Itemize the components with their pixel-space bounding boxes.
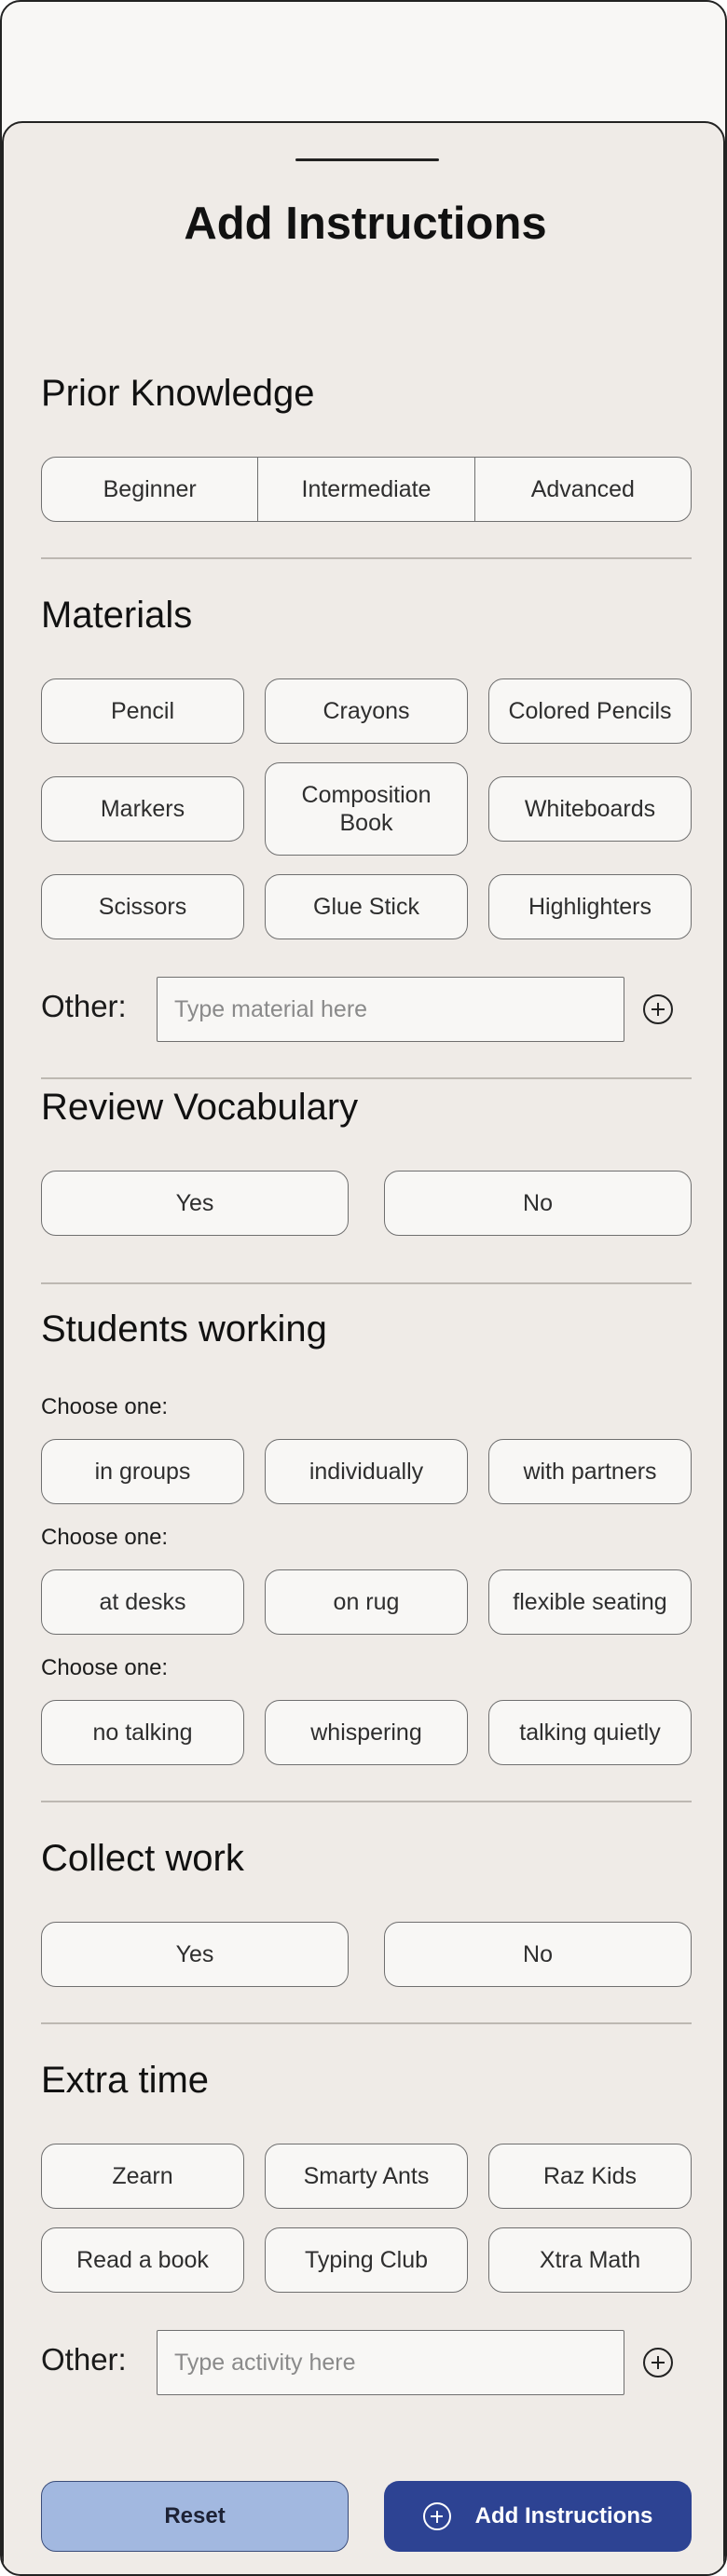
collect-work-yes[interactable]: Yes xyxy=(41,1922,349,1987)
material-composition-book[interactable]: Composition Book xyxy=(265,762,468,856)
materials-other-input[interactable] xyxy=(157,977,624,1042)
add-activity-icon[interactable] xyxy=(643,2348,673,2377)
prior-knowledge-beginner[interactable]: Beginner xyxy=(42,458,257,521)
divider xyxy=(41,1282,692,1284)
seating-choose-one-label: Choose one: xyxy=(41,1525,169,1550)
material-pencil[interactable]: Pencil xyxy=(41,678,244,744)
extra-time-read-a-book[interactable]: Read a book xyxy=(41,2227,244,2293)
review-vocabulary-title: Review Vocabulary xyxy=(41,1087,359,1128)
extra-time-other-label: Other: xyxy=(41,2342,127,2377)
seating-on-rug[interactable]: on rug xyxy=(265,1569,468,1635)
add-instructions-button[interactable]: Add Instructions xyxy=(384,2481,692,2552)
material-highlighters[interactable]: Highlighters xyxy=(488,874,692,939)
bottom-sheet: Add Instructions Prior Knowledge Beginne… xyxy=(2,121,725,2574)
material-whiteboards[interactable]: Whiteboards xyxy=(488,776,692,842)
working-individually[interactable]: individually xyxy=(265,1439,468,1504)
prior-knowledge-title: Prior Knowledge xyxy=(41,373,315,414)
working-with-partners[interactable]: with partners xyxy=(488,1439,692,1504)
drag-handle[interactable] xyxy=(295,158,439,161)
divider xyxy=(41,557,692,559)
material-glue-stick[interactable]: Glue Stick xyxy=(265,874,468,939)
divider xyxy=(41,1801,692,1802)
review-vocabulary-no[interactable]: No xyxy=(384,1171,692,1236)
add-instructions-button-label: Add Instructions xyxy=(474,2503,653,2528)
extra-time-raz-kids[interactable]: Raz Kids xyxy=(488,2144,692,2209)
reset-button[interactable]: Reset xyxy=(41,2481,349,2552)
add-material-icon[interactable] xyxy=(643,994,673,1024)
working-in-groups[interactable]: in groups xyxy=(41,1439,244,1504)
app-window: Add Instructions Prior Knowledge Beginne… xyxy=(0,0,727,2576)
prior-knowledge-segmented-control: Beginner Intermediate Advanced xyxy=(41,457,692,522)
students-working-title: Students working xyxy=(41,1309,327,1350)
extra-time-other-input[interactable] xyxy=(157,2330,624,2395)
material-markers[interactable]: Markers xyxy=(41,776,244,842)
divider xyxy=(41,2022,692,2024)
seating-flexible-seating[interactable]: flexible seating xyxy=(488,1569,692,1635)
divider xyxy=(41,1077,692,1079)
extra-time-smarty-ants[interactable]: Smarty Ants xyxy=(265,2144,468,2209)
noise-talking-quietly[interactable]: talking quietly xyxy=(488,1700,692,1765)
prior-knowledge-intermediate[interactable]: Intermediate xyxy=(257,458,473,521)
noise-whispering[interactable]: whispering xyxy=(265,1700,468,1765)
extra-time-typing-club[interactable]: Typing Club xyxy=(265,2227,468,2293)
materials-other-label: Other: xyxy=(41,989,127,1023)
add-circle-icon xyxy=(422,2502,451,2530)
reset-button-label: Reset xyxy=(164,2503,226,2528)
materials-title: Materials xyxy=(41,595,193,636)
material-colored-pencils[interactable]: Colored Pencils xyxy=(488,678,692,744)
material-crayons[interactable]: Crayons xyxy=(265,678,468,744)
extra-time-xtra-math[interactable]: Xtra Math xyxy=(488,2227,692,2293)
collect-work-no[interactable]: No xyxy=(384,1922,692,1987)
extra-time-zearn[interactable]: Zearn xyxy=(41,2144,244,2209)
collect-work-title: Collect work xyxy=(41,1838,244,1879)
extra-time-title: Extra time xyxy=(41,2060,210,2101)
review-vocabulary-yes[interactable]: Yes xyxy=(41,1171,349,1236)
material-scissors[interactable]: Scissors xyxy=(41,874,244,939)
sheet-title: Add Instructions xyxy=(184,199,547,249)
seating-at-desks[interactable]: at desks xyxy=(41,1569,244,1635)
noise-no-talking[interactable]: no talking xyxy=(41,1700,244,1765)
prior-knowledge-advanced[interactable]: Advanced xyxy=(473,458,691,521)
noise-choose-one-label: Choose one: xyxy=(41,1655,169,1680)
grouping-choose-one-label: Choose one: xyxy=(41,1394,169,1419)
